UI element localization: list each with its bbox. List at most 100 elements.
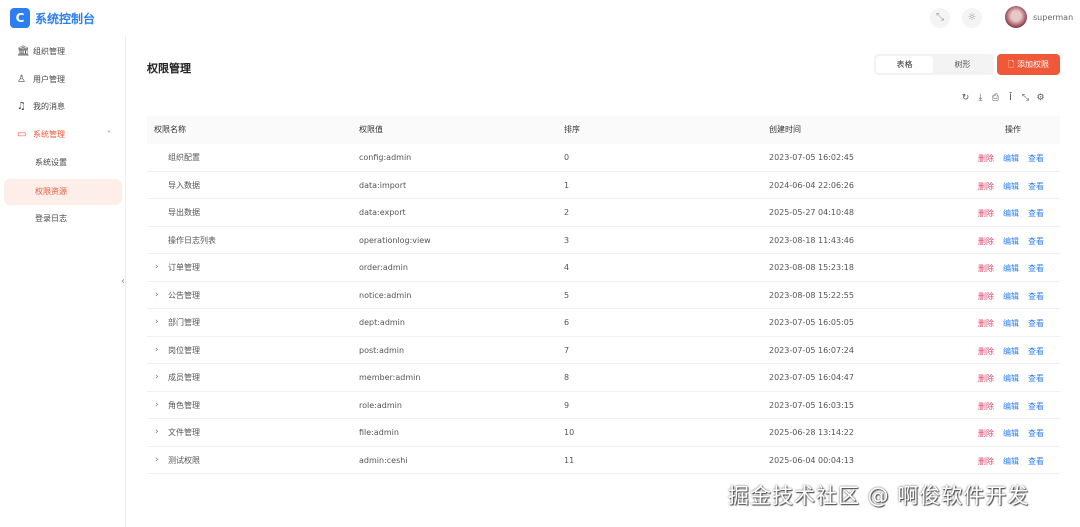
edit-link[interactable]: 编辑 (1003, 319, 1019, 328)
cell-sort: 6 (564, 318, 570, 327)
cell-time: 2023-07-05 16:04:47 (769, 373, 854, 382)
delete-link[interactable]: 删除 (978, 347, 994, 356)
delete-link[interactable]: 删除 (978, 429, 994, 438)
edit-link[interactable]: 编辑 (1003, 457, 1019, 466)
edit-link[interactable]: 编辑 (1003, 154, 1019, 163)
table-header: 权限名称 权限值 排序 创建时间 操作 (147, 116, 1060, 144)
expand-chevron-icon[interactable]: › (155, 337, 159, 365)
edit-link[interactable]: 编辑 (1003, 402, 1019, 411)
cell-time: 2025-06-04 00:04:13 (769, 455, 854, 465)
view-link[interactable]: 查看 (1028, 319, 1044, 328)
expand-chevron-icon[interactable]: › (155, 254, 159, 282)
collapse-sidebar-icon[interactable]: ‹ (121, 276, 125, 287)
table-row[interactable]: 导入数据 data:import 1 2024-06-04 22:06:26 删… (147, 172, 1060, 199)
column-height-icon[interactable]: Ī (1003, 93, 1018, 103)
file-add-icon: 🗋 (1008, 60, 1017, 69)
delete-link[interactable]: 删除 (978, 154, 994, 163)
expand-chevron-icon[interactable]: › (155, 309, 159, 337)
edit-link[interactable]: 编辑 (1003, 264, 1019, 273)
cell-sort: 1 (564, 180, 570, 190)
view-link[interactable]: 查看 (1028, 264, 1044, 273)
delete-link[interactable]: 删除 (978, 182, 994, 191)
view-link[interactable]: 查看 (1028, 209, 1044, 218)
tab-table[interactable]: 表格 (876, 56, 933, 73)
view-link[interactable]: 查看 (1028, 374, 1044, 383)
table-row[interactable]: › 岗位管理 post:admin 7 2023-07-05 16:07:24 删… (147, 337, 1060, 365)
edit-link[interactable]: 编辑 (1003, 237, 1019, 246)
settings-icon[interactable]: ⚙ (1033, 93, 1048, 103)
view-link[interactable]: 查看 (1028, 154, 1044, 163)
cell-time: 2023-08-08 15:23:18 (769, 263, 854, 272)
delete-link[interactable]: 删除 (978, 264, 994, 273)
username[interactable]: superman (1033, 13, 1073, 22)
cell-value: data:export (359, 208, 406, 217)
expand-chevron-icon[interactable]: › (155, 447, 159, 475)
cell-name: 文件管理 (168, 428, 200, 437)
sidebar-item-users[interactable]: ♙ 用户管理 (0, 67, 126, 93)
sidebar-item-label: 组织管理 (33, 47, 65, 56)
cell-value: role:admin (359, 400, 402, 410)
table-row[interactable]: 组织配置 config:admin 0 2023-07-05 16:02:45 … (147, 144, 1060, 172)
delete-link[interactable]: 删除 (978, 457, 994, 466)
sidebar-item-org[interactable]: 🏛 组织管理 (0, 39, 126, 65)
edit-link[interactable]: 编辑 (1003, 347, 1019, 356)
expand-chevron-icon[interactable]: › (155, 364, 159, 392)
view-link[interactable]: 查看 (1028, 457, 1044, 466)
delete-link[interactable]: 删除 (978, 374, 994, 383)
edit-link[interactable]: 编辑 (1003, 292, 1019, 301)
add-permission-label: 添加权限 (1016, 60, 1049, 69)
fullscreen-icon[interactable]: ⤡ (1018, 93, 1033, 103)
delete-link[interactable]: 删除 (978, 209, 994, 218)
edit-link[interactable]: 编辑 (1003, 182, 1019, 191)
view-link[interactable]: 查看 (1028, 292, 1044, 301)
view-link[interactable]: 查看 (1028, 182, 1044, 191)
top-bar: C 系统控制台 ⤡ ☼ superman (0, 0, 1080, 36)
edit-link[interactable]: 编辑 (1003, 429, 1019, 438)
sidebar-item-settings[interactable]: 系统设置 (0, 150, 126, 176)
cell-value: notice:admin (359, 290, 412, 300)
avatar[interactable] (1005, 6, 1027, 28)
edit-link[interactable]: 编辑 (1003, 374, 1019, 383)
cell-name: 岗位管理 (168, 345, 200, 355)
cell-sort: 8 (564, 373, 570, 382)
add-permission-button[interactable]: 🗋 添加权限 (997, 54, 1060, 75)
table-row[interactable]: › 成员管理 member:admin 8 2023-07-05 16:04:47… (147, 364, 1060, 392)
cell-name: 导入数据 (168, 180, 200, 190)
table-row[interactable]: 操作日志列表 operationlog:view 3 2023-08-18 11… (147, 227, 1060, 254)
cell-name: 公告管理 (168, 290, 200, 300)
delete-link[interactable]: 删除 (978, 402, 994, 411)
table-row[interactable]: › 测试权限 admin:ceshi 11 2025-06-04 00:04:13… (147, 447, 1060, 475)
download-icon[interactable]: ⤓ (973, 93, 988, 103)
view-link[interactable]: 查看 (1028, 237, 1044, 246)
expand-chevron-icon[interactable]: › (155, 419, 159, 447)
sidebar-item-messages[interactable]: ♫ 我的消息 (0, 94, 126, 120)
cell-sort: 10 (564, 428, 575, 437)
table-row[interactable]: › 文件管理 file:admin 10 2025-06-28 13:14:22 … (147, 419, 1060, 447)
cell-sort: 0 (564, 153, 570, 162)
sidebar-item-login-log[interactable]: 登录日志 (0, 206, 126, 232)
table-row[interactable]: 导出数据 data:export 2 2025-05-27 04:10:48 删… (147, 199, 1060, 227)
sidebar-item-system[interactable]: ▭ 系统管理 ˄ (0, 122, 126, 148)
delete-link[interactable]: 删除 (978, 319, 994, 328)
refresh-icon[interactable]: ↻ (958, 93, 973, 103)
view-link[interactable]: 查看 (1028, 402, 1044, 411)
expand-chevron-icon[interactable]: › (155, 392, 159, 420)
view-link[interactable]: 查看 (1028, 429, 1044, 438)
cell-name: 测试权限 (168, 455, 200, 465)
table-row[interactable]: › 公告管理 notice:admin 5 2023-08-08 15:22:55… (147, 282, 1060, 310)
table-row[interactable]: › 角色管理 role:admin 9 2023-07-05 16:03:15 删… (147, 392, 1060, 420)
table-row[interactable]: › 部门管理 dept:admin 6 2023-07-05 16:05:05 删… (147, 309, 1060, 337)
delete-link[interactable]: 删除 (978, 292, 994, 301)
tab-tree[interactable]: 树形 (934, 56, 991, 73)
table-row[interactable]: › 订单管理 order:admin 4 2023-08-08 15:23:18 … (147, 254, 1060, 282)
cell-time: 2025-06-28 13:14:22 (769, 428, 854, 437)
view-link[interactable]: 查看 (1028, 347, 1044, 356)
fullscreen-icon[interactable]: ⤡ (930, 8, 950, 28)
edit-link[interactable]: 编辑 (1003, 209, 1019, 218)
delete-link[interactable]: 删除 (978, 237, 994, 246)
theme-sun-icon[interactable]: ☼ (962, 8, 982, 28)
cell-time: 2023-08-08 15:22:55 (769, 290, 854, 300)
sidebar-item-permissions[interactable]: 权限资源 (4, 179, 122, 205)
expand-chevron-icon[interactable]: › (155, 282, 159, 310)
print-icon[interactable]: ⎙ (988, 93, 1003, 103)
